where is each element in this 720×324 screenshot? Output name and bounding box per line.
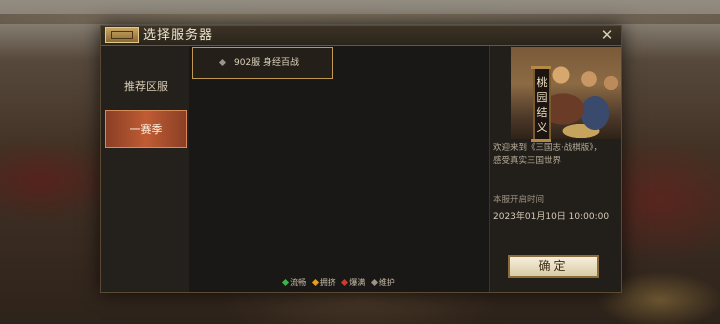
welcome-text: 欢迎来到《三国志·战棋版》， 感受真实三国世界 <box>493 142 617 168</box>
diamond-icon <box>282 278 290 287</box>
server-select-dialog: 选择服务器 ✕ 推荐区服 一赛季 902服 身经百战 流畅 拥挤 爆满 维护 桃… <box>100 25 622 293</box>
server-entry-902[interactable]: 902服 身经百战 <box>192 47 333 79</box>
legend-label: 拥挤 <box>319 278 336 287</box>
legend-label: 流畅 <box>290 278 307 287</box>
status-dot-icon <box>218 58 227 67</box>
nav-item-season-one[interactable]: 一赛季 <box>105 110 187 148</box>
server-list-panel: 902服 身经百战 流畅 拥挤 爆满 维护 <box>189 46 489 292</box>
dialog-title: 选择服务器 <box>143 28 214 43</box>
legend-item-smooth: 流畅 <box>282 277 307 289</box>
banner-scroll: 桃园结义 <box>531 66 551 142</box>
open-time-value: 2023年01月10日 10:00:00 <box>493 212 610 222</box>
diamond-icon <box>341 278 349 287</box>
welcome-line-2: 感受真实三国世界 <box>493 156 562 166</box>
banner-title: 桃园结义 <box>536 76 548 134</box>
legend-label: 维护 <box>378 278 395 287</box>
legend-item-full: 爆满 <box>341 277 366 289</box>
diamond-icon <box>370 278 378 287</box>
legend-label: 爆满 <box>349 278 366 287</box>
server-category-nav: 推荐区服 一赛季 <box>101 46 189 292</box>
legend-item-crowded: 拥挤 <box>311 277 336 289</box>
open-time-label: 本服开启时间 <box>493 195 545 205</box>
status-legend: 流畅 拥挤 爆满 维护 <box>189 277 489 289</box>
server-entry-label: 902服 身经百战 <box>234 58 300 68</box>
confirm-button[interactable]: 确定 <box>508 255 599 278</box>
welcome-line-1: 欢迎来到《三国志·战棋版》， <box>493 143 602 153</box>
dialog-titlebar: 选择服务器 ✕ <box>101 26 621 46</box>
title-ornament-icon <box>105 27 139 43</box>
server-banner-image: 桃园结义 <box>511 47 621 142</box>
diamond-icon <box>311 278 319 287</box>
nav-item-recommended[interactable]: 推荐区服 <box>105 70 187 104</box>
server-info-panel: 桃园结义 欢迎来到《三国志·战棋版》， 感受真实三国世界 本服开启时间 2023… <box>489 46 621 292</box>
legend-item-maintenance: 维护 <box>370 277 395 289</box>
close-button[interactable]: ✕ <box>599 27 615 44</box>
